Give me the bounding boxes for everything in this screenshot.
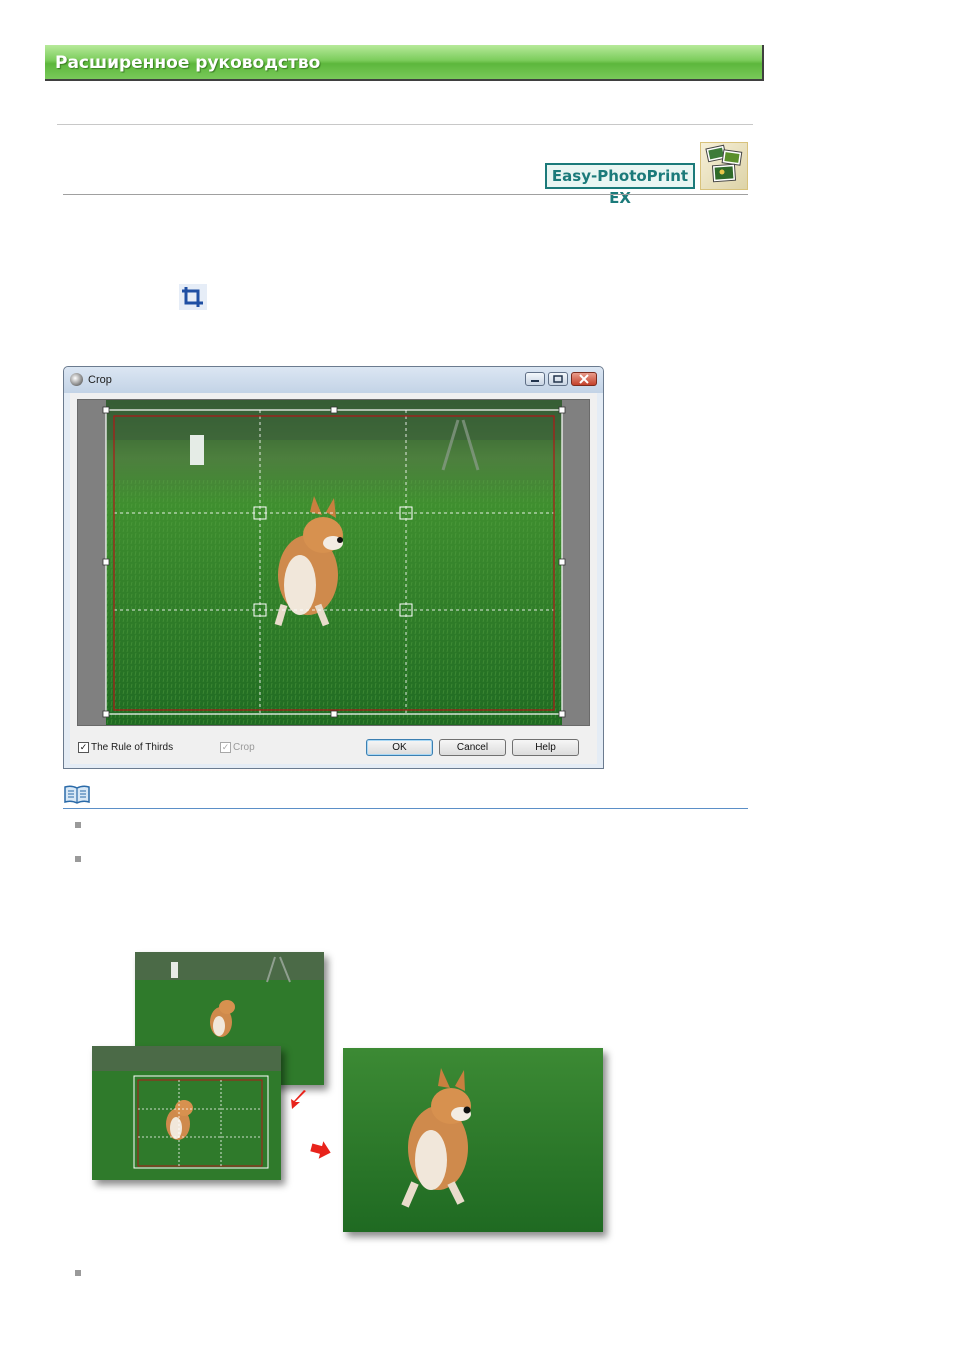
background-post	[190, 435, 204, 465]
note-divider	[63, 808, 748, 809]
crop-dialog: Crop ✓ The Rule of Thirds ✓ Crop OK Canc…	[63, 366, 604, 769]
crop-canvas[interactable]	[77, 399, 590, 726]
note-bullet	[75, 856, 81, 862]
close-button[interactable]	[571, 372, 597, 386]
maximize-button[interactable]	[548, 372, 568, 386]
note-book-icon	[63, 784, 91, 804]
dialog-titlebar[interactable]: Crop	[64, 367, 603, 393]
banner-title: Расширенное руководство	[55, 53, 321, 73]
help-button[interactable]: Help	[512, 739, 579, 756]
crop-preview-photo	[92, 1046, 281, 1180]
dialog-title: Crop	[88, 374, 112, 386]
divider-top	[57, 124, 753, 125]
cancel-button[interactable]: Cancel	[439, 739, 506, 756]
cropped-result-photo	[343, 1048, 603, 1232]
rule-of-thirds-label: The Rule of Thirds	[91, 742, 174, 753]
crop-checkbox: ✓	[220, 742, 231, 753]
minimize-button[interactable]	[525, 372, 545, 386]
crop-checkbox-label: Crop	[233, 742, 255, 753]
crop-preview-svg[interactable]	[78, 400, 589, 725]
note-bullet	[75, 822, 81, 828]
dialog-client: ✓ The Rule of Thirds ✓ Crop OK Cancel He…	[70, 393, 597, 764]
product-photos-icon	[700, 142, 748, 190]
arrow-down-left-icon	[286, 1088, 310, 1112]
arrow-right-icon	[309, 1138, 333, 1162]
ok-button[interactable]: OK	[366, 739, 433, 756]
header-banner: Расширенное руководство	[45, 45, 764, 81]
product-label: Easy-PhotoPrint EX	[545, 163, 695, 207]
crop-tool-icon[interactable]	[179, 284, 207, 310]
divider-mid	[63, 194, 748, 195]
rule-of-thirds-checkbox[interactable]: ✓	[78, 742, 89, 753]
note-bullet	[75, 1270, 81, 1276]
app-icon	[70, 373, 83, 386]
